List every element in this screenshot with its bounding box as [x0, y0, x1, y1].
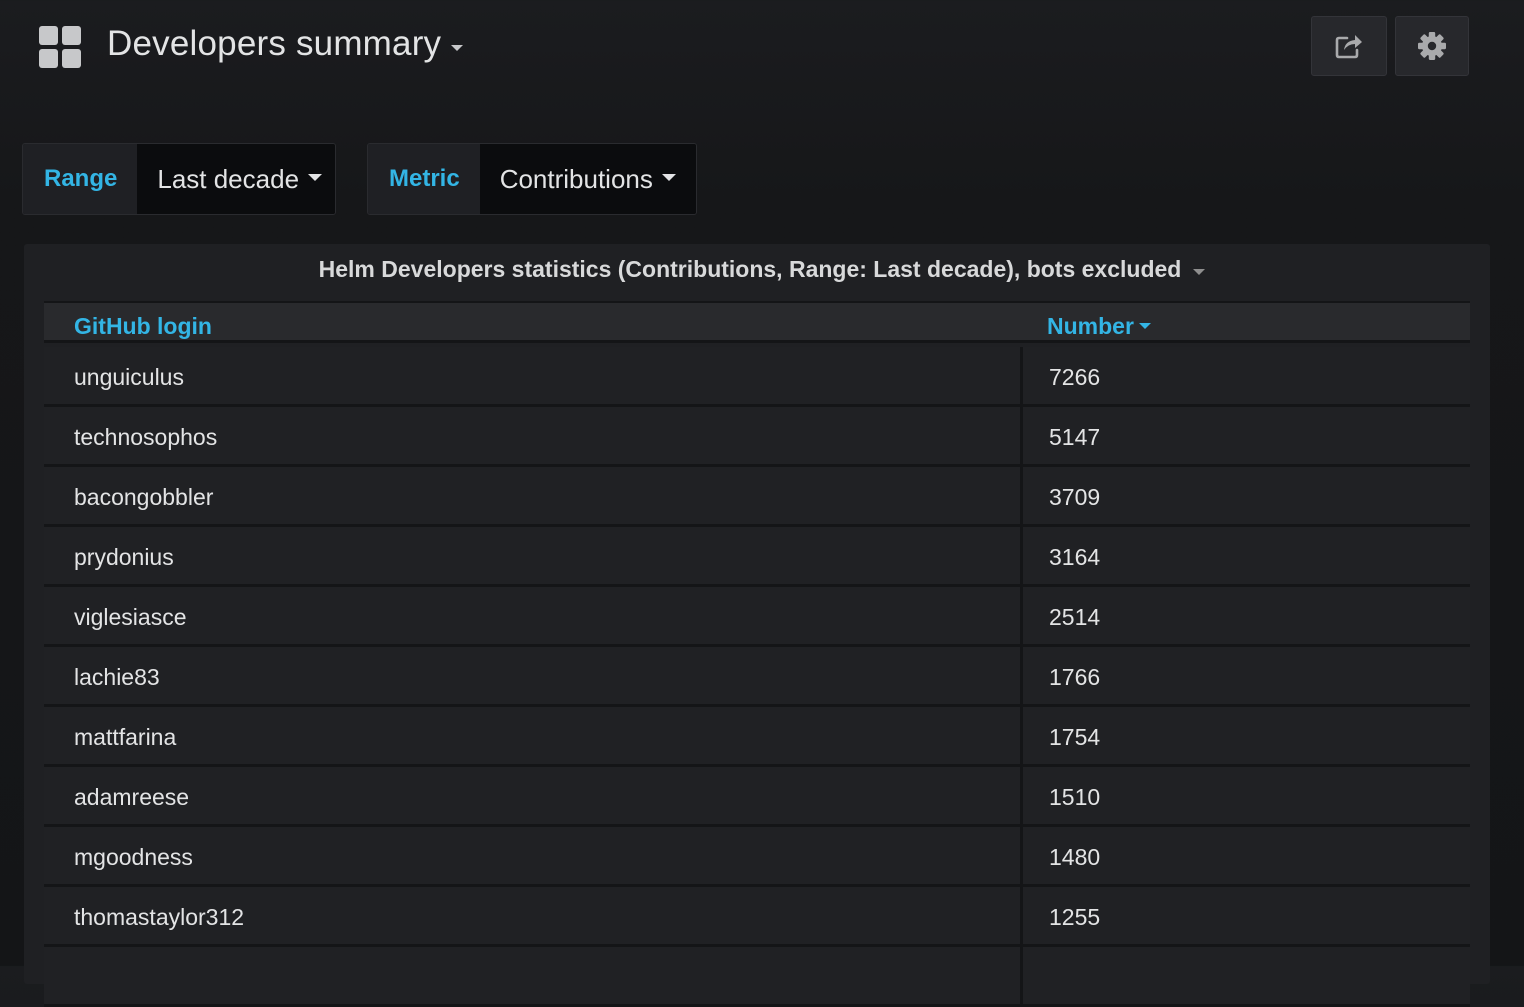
cell-login: prydonius — [74, 544, 174, 570]
cell-login: mgoodness — [74, 844, 193, 870]
metric-value: Contributions — [499, 163, 653, 194]
table-row: mgoodness 1480 — [44, 827, 1470, 887]
table-row: unguiculus 7266 — [44, 347, 1470, 407]
dashboard-grid-icon[interactable] — [39, 26, 83, 70]
range-value: Last decade — [157, 163, 300, 194]
range-variable: Range Last decade — [22, 143, 336, 215]
metric-label: Metric — [368, 144, 480, 214]
column-divider — [1020, 767, 1023, 824]
cell-login: unguiculus — [74, 364, 184, 390]
table-row — [44, 947, 1470, 1007]
cell-number: 1510 — [1049, 784, 1101, 810]
panel-title[interactable]: Helm Developers statistics (Contribution… — [0, 256, 1524, 283]
gear-icon — [1418, 32, 1446, 60]
cell-login: lachie83 — [74, 664, 160, 690]
column-divider — [1020, 527, 1023, 584]
table-body: unguiculus 7266 technosophos 5147 bacongob… — [44, 347, 1470, 1007]
cell-number: 5147 — [1049, 424, 1101, 450]
cell-login: technosophos — [74, 424, 218, 450]
column-divider — [1020, 647, 1023, 704]
table-row: thomastaylor312 1255 — [44, 887, 1470, 947]
column-header-github-login[interactable]: GitHub login — [74, 313, 212, 340]
range-label: Range — [23, 144, 138, 214]
column-divider — [1020, 587, 1023, 644]
column-divider — [1020, 947, 1023, 1004]
panel-title-text: Helm Developers statistics (Contribution… — [318, 256, 1182, 282]
dashboard-title[interactable]: Developers summary — [107, 24, 464, 64]
cell-number: 1766 — [1049, 664, 1101, 690]
cell-number: 2514 — [1049, 604, 1101, 630]
settings-button[interactable] — [1395, 16, 1469, 76]
table-header: GitHub login Number — [44, 301, 1470, 343]
dashboard-title-text: Developers summary — [107, 24, 442, 63]
sort-desc-icon — [1138, 323, 1151, 330]
cell-login: adamreese — [74, 784, 190, 810]
table-row: prydonius 3164 — [44, 527, 1470, 587]
cell-login: mattfarina — [74, 724, 177, 750]
metric-variable: Metric Contributions — [367, 143, 697, 215]
chevron-down-icon — [1193, 268, 1206, 275]
chevron-down-icon — [451, 44, 464, 51]
table-row: adamreese 1510 — [44, 767, 1470, 827]
table-row: lachie83 1766 — [44, 647, 1470, 707]
cell-number: 1255 — [1049, 904, 1101, 930]
column-divider — [1020, 827, 1023, 884]
column-header-number[interactable]: Number — [1047, 313, 1151, 340]
table-row: mattfarina 1754 — [44, 707, 1470, 767]
cell-number: 3709 — [1049, 484, 1101, 510]
column-divider — [1020, 347, 1023, 404]
range-dropdown[interactable]: Last decade — [137, 144, 335, 214]
cell-number: 1480 — [1049, 844, 1101, 870]
cell-number: 1754 — [1049, 724, 1101, 750]
share-button[interactable] — [1311, 16, 1387, 76]
column-divider — [1020, 407, 1023, 464]
cell-login: thomastaylor312 — [74, 904, 245, 930]
caret-down-icon — [661, 173, 676, 181]
cell-number: 7266 — [1049, 364, 1101, 390]
share-icon — [1335, 35, 1362, 59]
metric-dropdown[interactable]: Contributions — [479, 144, 696, 214]
table-row: technosophos 5147 — [44, 407, 1470, 467]
cell-login: bacongobbler — [74, 484, 214, 510]
cell-login: viglesiasce — [74, 604, 187, 630]
caret-down-icon — [308, 173, 323, 181]
cell-number: 3164 — [1049, 544, 1101, 570]
column-divider — [1020, 707, 1023, 764]
table-row: bacongobbler 3709 — [44, 467, 1470, 527]
column-divider — [1020, 467, 1023, 524]
column-header-number-label: Number — [1047, 313, 1134, 339]
table-row: viglesiasce 2514 — [44, 587, 1470, 647]
column-divider — [1020, 887, 1023, 944]
